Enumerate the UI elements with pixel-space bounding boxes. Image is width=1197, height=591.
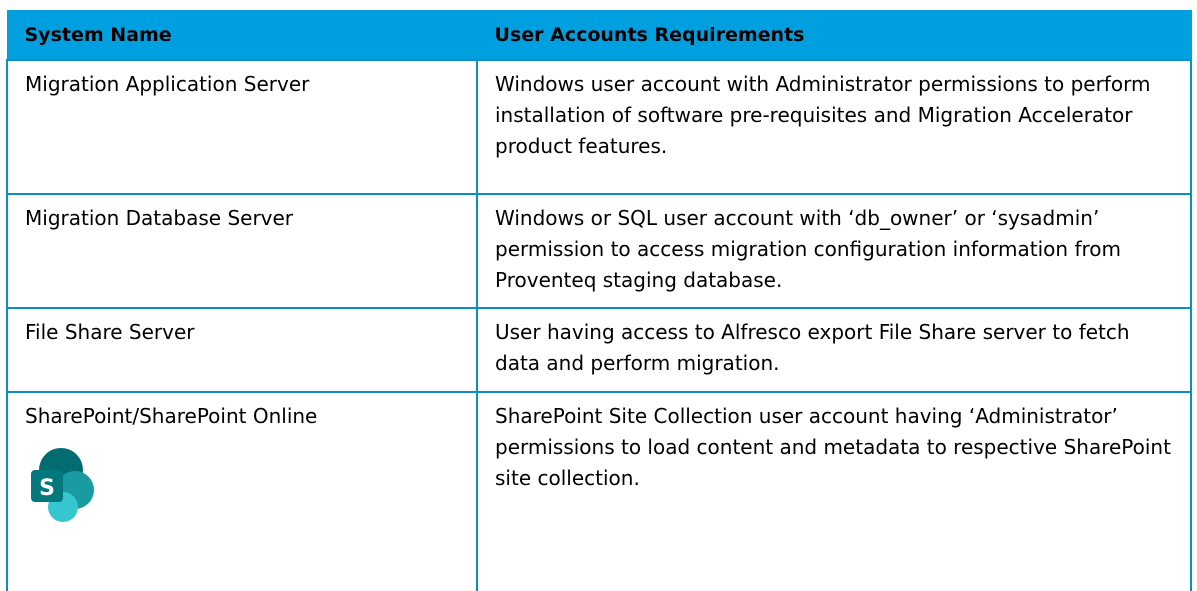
table-row: SharePoint/SharePoint Online S SharePoin… <box>6 390 1192 591</box>
header-user-accounts-requirements: User Accounts Requirements <box>476 10 1192 60</box>
system-name-text: SharePoint/SharePoint Online <box>25 403 318 428</box>
table-row: Migration Database Server Windows or SQL… <box>6 192 1192 309</box>
requirement-cell: SharePoint Site Collection user account … <box>476 390 1192 591</box>
requirement-cell: User having access to Alfresco export Fi… <box>476 306 1192 393</box>
system-name-cell: File Share Server <box>6 306 478 393</box>
table-header-row: System Name User Accounts Requirements <box>6 10 1192 60</box>
system-name-cell: Migration Application Server <box>6 58 478 195</box>
sharepoint-logo-letter: S <box>39 476 55 501</box>
table-row: Migration Application Server Windows use… <box>6 58 1192 195</box>
header-system-name: System Name <box>6 10 478 60</box>
requirement-cell: Windows or SQL user account with ‘db_own… <box>476 192 1192 309</box>
document-page: System Name User Accounts Requirements M… <box>0 0 1197 591</box>
requirement-cell: Windows user account with Administrator … <box>476 58 1192 195</box>
sharepoint-logo-icon: S <box>23 446 103 526</box>
system-name-cell: SharePoint/SharePoint Online S <box>6 390 478 591</box>
system-name-cell: Migration Database Server <box>6 192 478 309</box>
user-accounts-requirements-table: System Name User Accounts Requirements M… <box>6 10 1192 591</box>
table-row: File Share Server User having access to … <box>6 306 1192 393</box>
